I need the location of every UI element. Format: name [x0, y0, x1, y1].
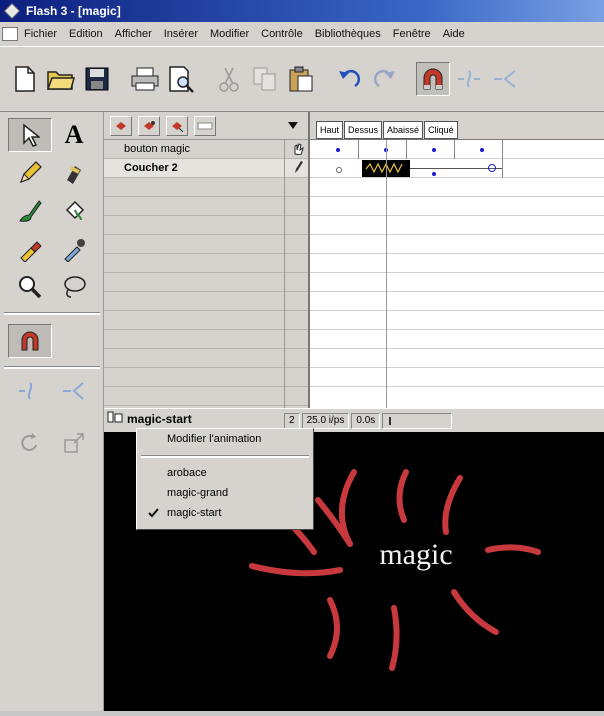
undo-icon[interactable] — [332, 62, 366, 96]
cut-icon[interactable] — [212, 62, 246, 96]
hand-icon — [288, 141, 308, 158]
layers-panel: bouton magic Coucher 2 — [104, 112, 308, 408]
magic-ray — [485, 544, 541, 555]
add-layer-icon[interactable] — [110, 115, 132, 136]
timeline-row[interactable] — [310, 140, 604, 159]
current-frame: 2 — [284, 412, 300, 429]
print-preview-icon[interactable] — [164, 62, 198, 96]
symbol-popup-menu: Modifier l'animation arobace magic-grand… — [136, 428, 314, 530]
menu-afficher[interactable]: Afficher — [115, 28, 152, 40]
menu-fenetre[interactable]: Fenêtre — [393, 28, 431, 40]
magic-ray — [451, 589, 499, 635]
playhead[interactable] — [386, 140, 387, 408]
layer-menu-chevron-icon[interactable] — [288, 117, 298, 135]
title-bar: Flash 3 - [magic] — [0, 0, 604, 22]
scene-selector[interactable]: magic-start — [106, 410, 192, 427]
brush-tool-icon[interactable] — [8, 194, 52, 228]
flash-app-icon — [4, 3, 20, 19]
magnet-modifier-icon[interactable] — [8, 324, 52, 358]
menu-modifier[interactable]: Modifier — [210, 28, 249, 40]
layer-row-bouton-magic[interactable]: bouton magic — [104, 140, 308, 159]
timeline-row[interactable] — [310, 159, 604, 178]
layer-properties-icon[interactable] — [194, 115, 216, 136]
timeline-frames[interactable]: Haut Dessus Abaissé Cliqué — [308, 112, 604, 408]
scale-modifier-icon[interactable] — [52, 426, 96, 460]
frame-labels: Haut Dessus Abaissé Cliqué — [310, 112, 604, 140]
stage-text: magic — [379, 538, 452, 571]
straighten-icon[interactable] — [488, 62, 522, 96]
arrow-tool-icon[interactable] — [8, 118, 52, 152]
document-icon[interactable] — [2, 27, 18, 41]
eyedropper-tool-icon[interactable] — [52, 232, 96, 266]
menu-fichier[interactable]: Fichier — [24, 28, 57, 40]
frame-label-dessus[interactable]: Dessus — [344, 121, 383, 139]
magic-ray — [396, 469, 409, 523]
insert-guide-icon[interactable] — [138, 115, 160, 136]
menu-edition[interactable]: Edition — [69, 28, 103, 40]
elapsed-time: 0.0s — [351, 412, 381, 429]
copy-icon[interactable] — [248, 62, 282, 96]
layer-name: bouton magic — [124, 143, 191, 155]
popup-item-magic-grand[interactable]: magic-grand — [167, 487, 228, 499]
delete-layer-icon[interactable] — [166, 115, 188, 136]
menu-bar: Fichier Edition Afficher Insérer Modifie… — [0, 22, 604, 46]
frame-label-clique[interactable]: Cliqué — [424, 121, 458, 139]
popup-item-arobace[interactable]: arobace — [167, 467, 207, 479]
redo-icon[interactable] — [368, 62, 402, 96]
timeline-scrollbar[interactable] — [382, 412, 453, 429]
smooth-modifier-icon[interactable] — [8, 374, 52, 408]
save-disk-icon[interactable] — [80, 62, 114, 96]
paste-icon[interactable] — [284, 62, 318, 96]
rotate-modifier-icon[interactable] — [8, 426, 52, 460]
layer-name: Coucher 2 — [124, 162, 178, 174]
menu-aide[interactable]: Aide — [443, 28, 465, 40]
text-tool-icon[interactable]: A — [52, 118, 96, 152]
ink-bottle-tool-icon[interactable] — [52, 156, 96, 190]
tools-panel: A — [0, 112, 104, 711]
dropper-eraser-icon[interactable] — [8, 232, 52, 266]
magic-ray — [249, 563, 343, 577]
checkmark-icon — [147, 507, 159, 522]
magic-ray — [442, 475, 463, 535]
paint-bucket-tool-icon[interactable] — [52, 194, 96, 228]
magnifier-tool-icon[interactable] — [8, 270, 52, 304]
frame-rate: 25.0 i/ps — [301, 412, 350, 429]
magic-ray — [327, 597, 340, 659]
frame-label-abaisse[interactable]: Abaissé — [383, 121, 424, 139]
magic-ray — [389, 605, 400, 671]
movie-clip-icon — [106, 410, 124, 427]
menu-controle[interactable]: Contrôle — [261, 28, 303, 40]
pencil-icon — [288, 160, 308, 177]
menu-bibliotheques[interactable]: Bibliothèques — [315, 28, 381, 40]
pencil-tool-icon[interactable] — [8, 156, 52, 190]
lasso-tool-icon[interactable] — [52, 270, 96, 304]
popup-modify-animation[interactable]: Modifier l'animation — [167, 433, 261, 445]
frame-label-haut[interactable]: Haut — [316, 121, 344, 139]
open-folder-icon[interactable] — [44, 62, 78, 96]
window-title: Flash 3 - [magic] — [26, 4, 121, 18]
popup-item-magic-start[interactable]: magic-start — [167, 507, 221, 519]
main-toolbar — [0, 46, 604, 112]
magnet-snap-icon[interactable] — [416, 62, 450, 96]
print-icon[interactable] — [128, 62, 162, 96]
scene-name: magic-start — [127, 411, 192, 426]
layer-row-coucher-2[interactable]: Coucher 2 — [104, 159, 308, 178]
straighten-modifier-icon[interactable] — [52, 374, 96, 408]
new-file-icon[interactable] — [8, 62, 42, 96]
layer-header — [104, 112, 308, 140]
menu-inserer[interactable]: Insérer — [164, 28, 198, 40]
smooth-icon[interactable] — [452, 62, 486, 96]
